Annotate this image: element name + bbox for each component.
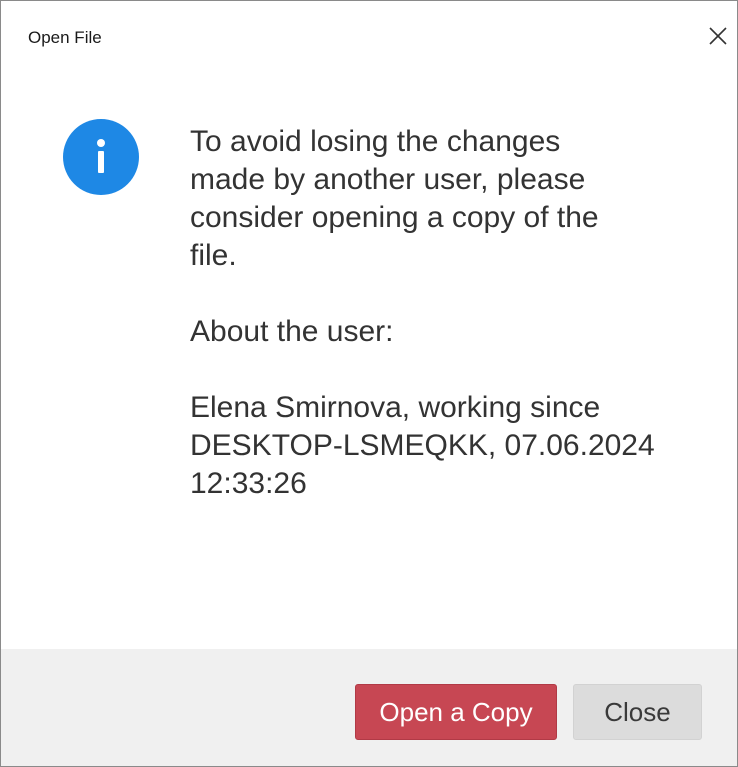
- message-paragraph-warning: To avoid losing the changes made by anot…: [190, 125, 599, 272]
- open-a-copy-button[interactable]: Open a Copy: [355, 684, 557, 740]
- dialog-title: Open File: [28, 28, 102, 47]
- dialog-message: To avoid losing the changes made by anot…: [190, 123, 710, 541]
- info-icon: [63, 119, 139, 195]
- close-icon[interactable]: [701, 19, 735, 53]
- dialog-footer: Open a Copy Close: [1, 649, 737, 766]
- dialog-content: To avoid losing the changes made by anot…: [1, 73, 737, 649]
- message-paragraph-user-info: Elena Smirnova, working since DESKTOP-LS…: [190, 391, 655, 500]
- close-button[interactable]: Close: [573, 684, 702, 740]
- dialog-titlebar: Open File: [1, 1, 737, 73]
- open-file-dialog: Open File To avoid losing the changes ma…: [0, 0, 738, 767]
- message-paragraph-about-label: About the user:: [190, 315, 394, 348]
